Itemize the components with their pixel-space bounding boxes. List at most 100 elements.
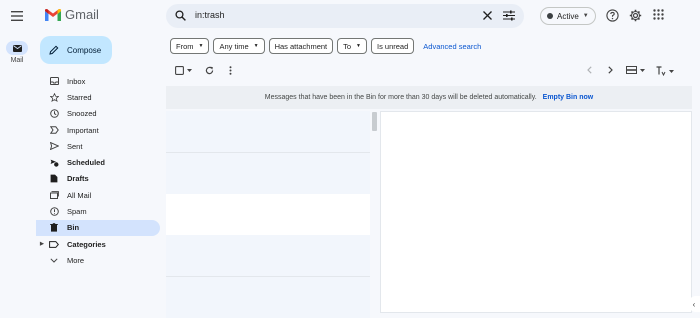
caret-down-icon: ▼ [198,43,204,49]
sidebar-item-label: Drafts [67,174,89,184]
bin-notice-banner: Messages that have been in the Bin for m… [166,86,692,109]
caret-down-icon [669,69,674,73]
sidebar-item-sent[interactable]: Sent [36,138,160,154]
filter-to-chip[interactable]: To ▼ [337,38,367,54]
status-dot-icon [547,13,553,19]
gmail-logo-icon [45,8,61,21]
filter-from-chip[interactable]: From ▼ [170,38,210,54]
search-icon[interactable] [175,10,186,21]
apps-grid-icon[interactable] [653,9,664,20]
resize-handle[interactable] [372,112,377,131]
sidebar-item-label: Categories [67,239,106,249]
more-actions-button[interactable] [229,66,232,75]
filter-has-attachment-chip[interactable]: Has attachment [268,38,334,54]
side-panel-toggle[interactable]: ‹ [688,296,700,312]
sidebar-item-snoozed[interactable]: Snoozed [36,106,160,122]
chevron-down-icon [49,255,59,265]
inbox-icon [49,76,59,86]
sidebar-item-starred[interactable]: Starred [36,89,160,105]
sidebar-item-label: Important [67,125,99,135]
sidebar-item-bin[interactable]: Bin [36,219,160,236]
empty-bin-button[interactable]: Empty Bin now [543,94,594,101]
status-label: Active [557,11,579,21]
spam-icon [49,207,59,217]
menu-icon [11,11,23,21]
input-tools-button[interactable] [656,66,674,76]
sidebar-item-label: Spam [67,207,87,217]
pencil-icon [49,45,59,55]
scheduled-icon [49,158,59,168]
caret-down-icon [187,69,192,72]
mail-icon [12,44,22,52]
sidebar-item-scheduled[interactable]: Scheduled [36,154,160,170]
list-item[interactable] [166,277,370,318]
list-toolbar [166,60,692,82]
select-all-checkbox[interactable] [175,66,192,75]
search-bar[interactable]: in:trash [166,4,524,28]
draft-icon [49,174,59,184]
app-rail: Mail [0,0,34,318]
gmail-wordmark: Gmail [65,7,99,22]
message-list [166,111,370,318]
important-icon [49,125,59,135]
pane-divider [370,111,380,318]
bin-notice-text: Messages that have been in the Bin for m… [264,94,537,101]
status-selector[interactable]: Active ▼ [540,7,596,25]
caret-down-icon: ▼ [582,13,589,19]
sidebar-item-all-mail[interactable]: All Mail [36,187,160,203]
clear-search-icon[interactable] [482,10,493,21]
help-icon[interactable] [606,9,619,22]
chip-label: Any time [219,41,249,51]
sidebar-item-label: Inbox [67,76,86,86]
sidebar-item-more[interactable]: More [36,252,160,268]
chip-label: Is unread [377,41,409,51]
chevron-left-icon: ‹ [692,299,696,309]
label-icon [49,239,59,249]
split-pane-toggle[interactable] [626,66,645,74]
chevron-right-icon [608,66,613,74]
sidebar-item-label: Scheduled [67,158,105,168]
list-item[interactable] [166,153,370,194]
compose-label: Compose [67,45,102,55]
expand-arrow-icon[interactable]: ▶ [40,241,44,247]
sidebar-item-spam[interactable]: Spam [36,203,160,219]
search-options-icon[interactable] [503,10,515,21]
folder-nav: Inbox Starred Snoozed Important Sent Sch… [36,73,160,269]
all-mail-icon [49,190,59,200]
clock-icon [49,109,59,119]
list-item[interactable] [166,111,370,152]
send-icon [49,141,59,151]
caret-down-icon [640,68,645,72]
search-input[interactable]: in:trash [195,10,225,20]
sidebar-item-inbox[interactable]: Inbox [36,73,160,89]
newer-button[interactable] [587,66,592,74]
chevron-left-icon [587,66,592,74]
refresh-button[interactable] [205,66,214,75]
sidebar-item-label: All Mail [67,190,92,200]
mail-rail-button[interactable] [6,41,28,55]
older-button[interactable] [608,66,613,74]
list-item[interactable] [166,235,370,276]
filter-any-time-chip[interactable]: Any time ▼ [213,38,265,54]
settings-gear-icon[interactable] [629,9,642,22]
sidebar-item-categories[interactable]: ▶ Categories [36,236,160,252]
caret-down-icon: ▼ [253,43,259,49]
sidebar-item-important[interactable]: Important [36,122,160,138]
main-menu-button[interactable] [9,8,25,24]
refresh-icon [205,66,214,75]
list-item[interactable] [166,194,370,235]
chip-label: To [343,41,352,51]
reading-pane [380,111,692,313]
search-filter-chips: From ▼ Any time ▼ Has attachment To ▼ Is… [170,38,481,54]
checkbox-icon [175,66,184,75]
advanced-search-link[interactable]: Advanced search [423,42,481,51]
filter-is-unread-chip[interactable]: Is unread [371,38,415,54]
sidebar-item-label: Sent [67,141,83,151]
gmail-logo[interactable]: Gmail [45,7,99,22]
sidebar-item-label: More [67,255,85,265]
sidebar-item-drafts[interactable]: Drafts [36,171,160,187]
sidebar-item-label: Starred [67,92,92,102]
caret-down-icon: ▼ [356,43,361,49]
sidebar-item-label: Bin [67,223,80,233]
compose-button[interactable]: Compose [40,36,112,64]
